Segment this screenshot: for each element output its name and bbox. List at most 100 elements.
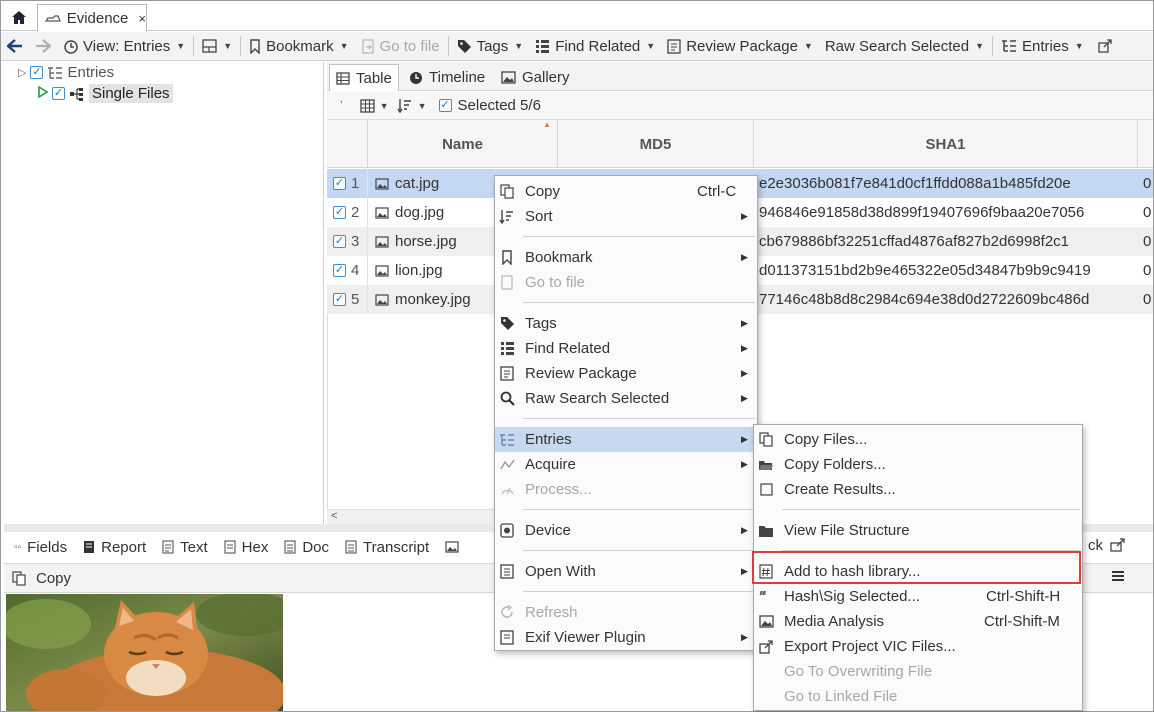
toolbar-separator (240, 36, 242, 56)
submenu-arrow-icon: ▶ (741, 459, 748, 469)
more-button[interactable] (1092, 32, 1118, 61)
detach-button[interactable] (1110, 538, 1126, 556)
main-toolbar: View: Entries ▼ ▼ Bookmark ▼ Go to file Ta… (1, 32, 1153, 61)
menu-button[interactable] (1111, 569, 1125, 587)
bookmark-icon (250, 38, 260, 54)
menu-item-raw-search[interactable]: Raw Search Selected ▶ (495, 386, 757, 411)
view-dropdown[interactable]: View: Entries ▼ (57, 32, 191, 61)
copy-icon (500, 184, 514, 199)
copy-button[interactable]: Copy (12, 570, 71, 587)
grid-icon (360, 98, 375, 113)
tab-doc[interactable]: Doc (276, 539, 337, 556)
review-package-dropdown[interactable]: Review Package ▼ (661, 32, 819, 61)
menu-item-find-related[interactable]: Find Related ▶ (495, 336, 757, 361)
row-checkbox[interactable]: ✓ (333, 293, 346, 306)
menu-item-go-to-overwriting-file[interactable]: Go To Overwriting File (754, 659, 1082, 684)
forward-button[interactable] (29, 32, 57, 61)
select-all-checkbox[interactable]: ✓ Selected 5/6 (438, 97, 541, 114)
menu-item-copy[interactable]: Copy Ctrl-C (495, 179, 757, 204)
column-header-name[interactable]: Name ▲ (367, 120, 557, 168)
toolbar-separator (447, 36, 449, 56)
toolbar-separator (193, 36, 195, 56)
tags-dropdown[interactable]: Tags ▼ (451, 32, 530, 61)
menu-item-entries[interactable]: Entries ▶ (495, 427, 757, 452)
menu-item-copy-files[interactable]: Copy Files... (754, 427, 1082, 452)
table-icon (336, 71, 350, 85)
menu-item-go-to-linked-file[interactable]: Go to Linked File (754, 684, 1082, 709)
selected-count: Selected 5/6 (457, 97, 541, 114)
tab-evidence[interactable]: Evidence × (37, 4, 147, 32)
sha1-value: e2e3036b081f7e841d0cf1ffdd088a1b485fd20e (759, 175, 1071, 192)
menu-item-sort[interactable]: Sort ▶ (495, 204, 757, 229)
menu-item-hash-sig-selected[interactable]: Hash\Sig Selected... Ctrl-Shift-H (754, 584, 1082, 609)
menu-item-media-analysis[interactable]: Media Analysis Ctrl-Shift-M (754, 609, 1082, 634)
layout-icon (202, 39, 217, 53)
row-checkbox[interactable]: ✓ (333, 206, 346, 219)
column-header-extra[interactable] (1137, 120, 1153, 168)
collapse-icon[interactable]: ▷ (18, 66, 26, 79)
tab-transcript[interactable]: Transcript (337, 539, 437, 556)
horizontal-scrollbar[interactable]: < (327, 509, 495, 524)
tab-partial-label[interactable]: ck (1088, 537, 1103, 554)
row-checkbox[interactable]: ✓ (333, 235, 346, 248)
image-preview (6, 594, 283, 711)
highlight-annotation (752, 551, 1081, 584)
tab-gallery[interactable]: Gallery (495, 64, 576, 91)
raw-search-dropdown[interactable]: Raw Search Selected ▼ (819, 32, 990, 61)
tab-text[interactable]: Text (154, 539, 216, 556)
menu-separator (523, 509, 755, 510)
menu-item-goto-file[interactable]: Go to file (495, 270, 757, 295)
close-tab-icon[interactable]: × (138, 11, 146, 26)
menu-item-tags[interactable]: Tags ▶ (495, 311, 757, 336)
tree-item-single-files[interactable]: ✓ Single Files (38, 84, 173, 103)
row-checkbox[interactable]: ✓ (333, 264, 346, 277)
menu-item-bookmark[interactable]: Bookmark ▶ (495, 245, 757, 270)
menu-item-view-file-structure[interactable]: View File Structure (754, 518, 1082, 543)
sort-dropdown[interactable]: ▼ (397, 98, 427, 113)
tree-structure-icon (70, 87, 83, 101)
tab-fields[interactable]: ▫▫ Fields (4, 539, 75, 556)
menu-item-export-project-vic[interactable]: Export Project VIC Files... (754, 634, 1082, 659)
submenu-arrow-icon: ▶ (741, 525, 748, 535)
menu-item-copy-folders[interactable]: Copy Folders... (754, 452, 1082, 477)
layout-dropdown[interactable]: ▼ (196, 32, 238, 61)
find-related-dropdown[interactable]: Find Related ▼ (529, 32, 661, 61)
tree-root-entries[interactable]: ▷ ✓ Entries (18, 64, 114, 81)
goto-file-button[interactable]: Go to file (355, 32, 446, 61)
tab-timeline[interactable]: Timeline (403, 64, 491, 91)
back-button[interactable] (1, 32, 29, 61)
menu-separator (782, 509, 1080, 510)
tab-table[interactable]: Table (329, 64, 399, 91)
tab-hex[interactable]: Hex (216, 539, 277, 556)
entries-dropdown[interactable]: Entries ▼ (995, 32, 1090, 61)
home-tab[interactable] (5, 5, 33, 29)
tab-report[interactable]: Report (75, 539, 154, 556)
tree-item-checkbox[interactable]: ✓ (52, 87, 65, 100)
column-header-md5[interactable]: MD5 (557, 120, 753, 168)
review-package-label: Review Package (686, 37, 798, 55)
menu-item-review-package[interactable]: Review Package ▶ (495, 361, 757, 386)
menu-item-open-with[interactable]: Open With ▶ (495, 559, 757, 584)
row-checkbox[interactable]: ✓ (333, 177, 346, 190)
menu-item-acquire[interactable]: Acquire ▶ (495, 452, 757, 477)
device-icon (500, 523, 514, 538)
entries-icon (500, 433, 514, 446)
scroll-left-icon[interactable]: < (331, 510, 337, 522)
tab-picture[interactable] (437, 541, 467, 553)
menu-item-create-results[interactable]: Create Results... (754, 477, 1082, 502)
refresh-icon (500, 605, 513, 618)
image-icon (501, 71, 516, 84)
tree-root-checkbox[interactable]: ✓ (30, 66, 44, 79)
sort-icon (397, 99, 411, 113)
menu-item-refresh[interactable]: Refresh (495, 600, 757, 625)
gauge-icon (500, 487, 514, 495)
checkbox-empty-icon (759, 483, 773, 496)
menu-item-process[interactable]: Process... (495, 477, 757, 502)
menu-item-exif-viewer[interactable]: Exif Viewer Plugin ▶ (495, 625, 757, 650)
columns-dropdown[interactable]: ▼ (360, 98, 389, 113)
submenu-arrow-icon: ▶ (741, 252, 748, 262)
menu-item-device[interactable]: Device ▶ (495, 518, 757, 543)
column-header-sha1[interactable]: SHA1 (753, 120, 1137, 168)
image-file-icon (375, 206, 389, 219)
bookmark-button[interactable]: Bookmark ▼ (243, 32, 354, 61)
